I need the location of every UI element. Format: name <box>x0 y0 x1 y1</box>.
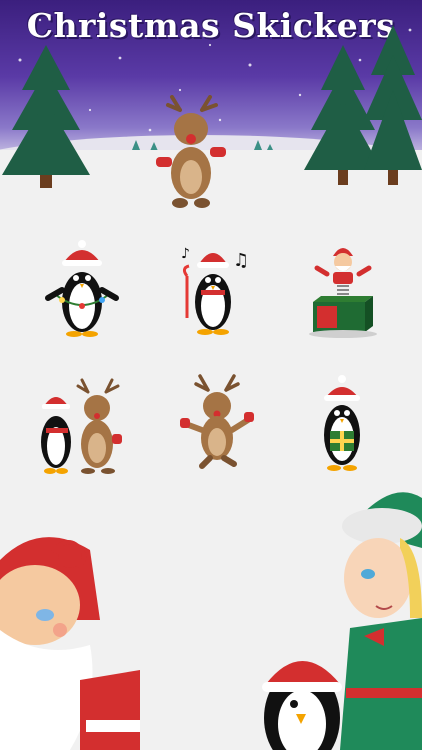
svg-text:♫: ♫ <box>233 250 249 271</box>
sticker-reindeer-dancing[interactable] <box>172 372 262 472</box>
penguin-gift-icon <box>324 375 360 471</box>
dancing-reindeer-icon <box>180 374 254 469</box>
santa-character <box>0 537 140 750</box>
sticker-penguin-music[interactable]: ♪ ♫ <box>173 240 253 340</box>
sticker-penguin-with-gift[interactable] <box>312 375 372 475</box>
penguin-reindeer-icon <box>41 378 122 474</box>
header-reindeer <box>156 95 226 208</box>
pine-tree-left <box>2 45 90 188</box>
jack-in-the-box-icon <box>309 248 377 338</box>
elf-character <box>262 492 422 750</box>
sticker-penguin-and-reindeer[interactable] <box>30 378 130 478</box>
sticker-penguin-lights[interactable] <box>42 240 122 340</box>
sticker-santa-jack-in-the-box[interactable] <box>303 240 383 340</box>
svg-text:♪: ♪ <box>181 246 190 262</box>
penguin-music-icon: ♪ ♫ <box>181 246 249 335</box>
pine-trees-right <box>304 25 422 185</box>
penguin-lights-icon <box>45 240 119 337</box>
